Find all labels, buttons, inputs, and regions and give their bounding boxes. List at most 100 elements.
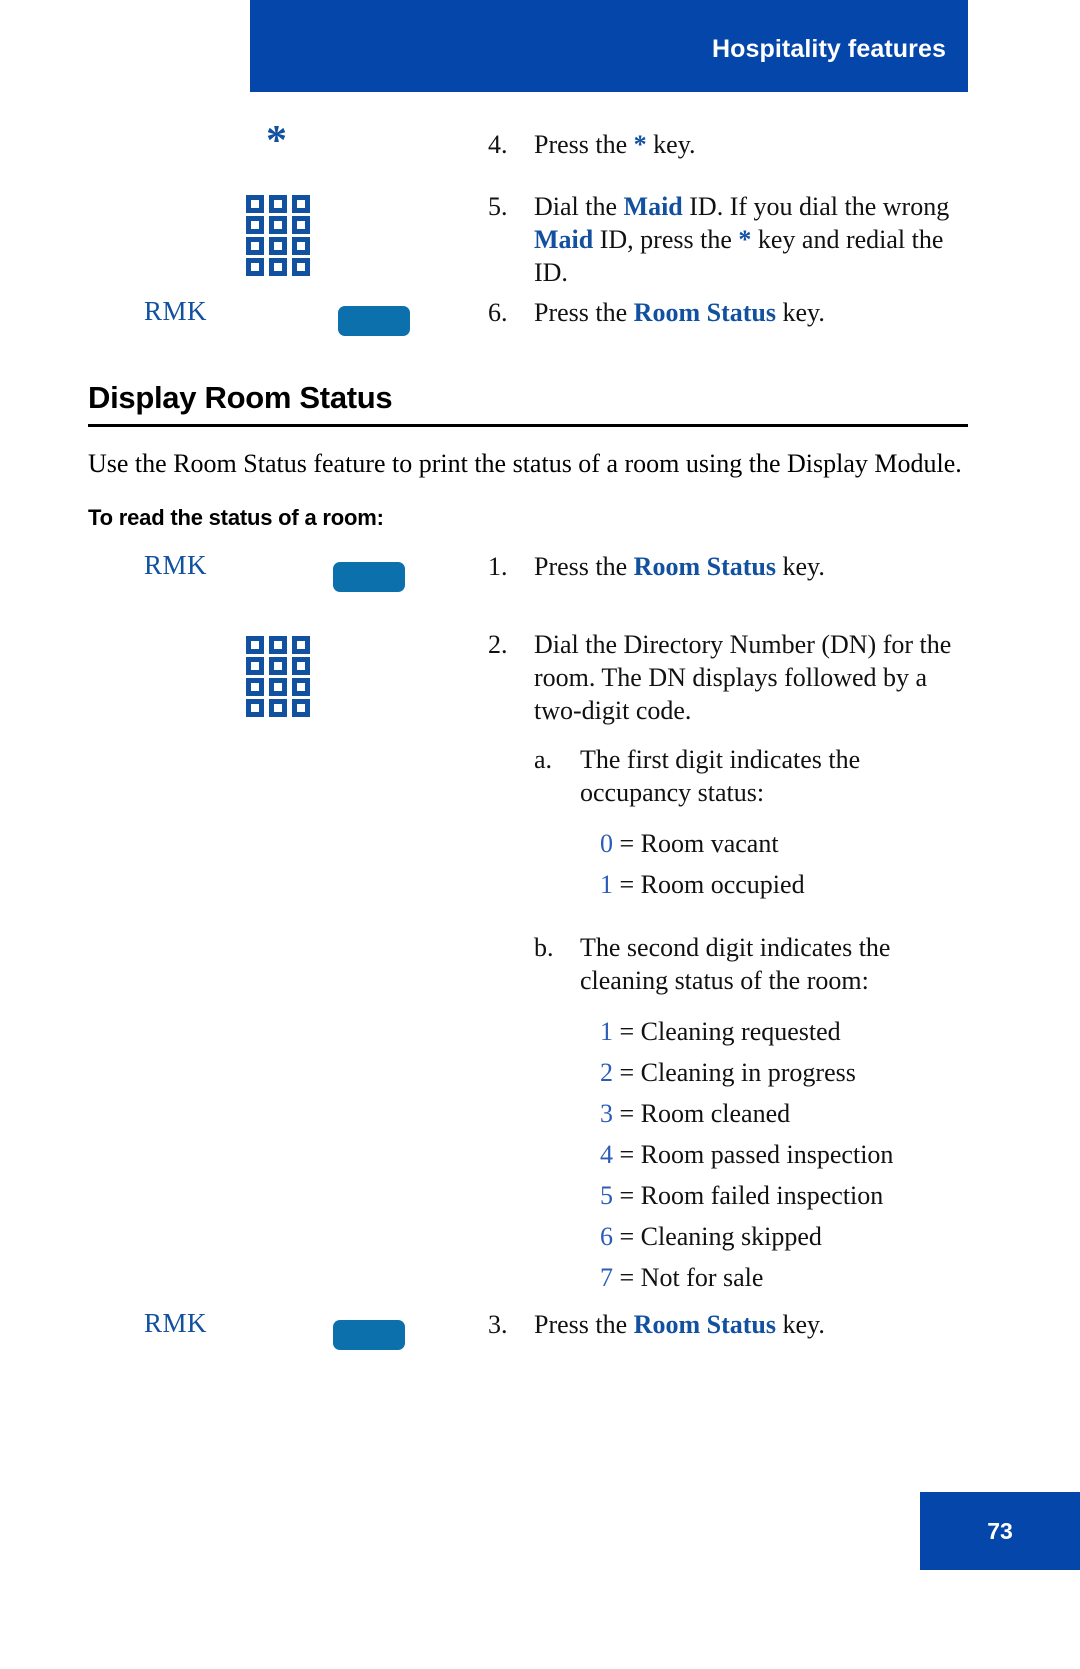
rmk-key-label: RMK: [144, 296, 208, 326]
keypad-key: [246, 237, 264, 255]
code-list-item: 1 = Room occupied: [600, 864, 968, 905]
code-digit: 1: [600, 1017, 613, 1046]
code-digit: 3: [600, 1099, 613, 1128]
sub-step-b: b. The second digit indicates the cleani…: [534, 931, 968, 997]
keypad-key: [269, 216, 287, 234]
section-heading-block: Display Room Status: [88, 380, 968, 427]
occupancy-code-list: 0 = Room vacant 1 = Room occupied: [600, 823, 968, 905]
code-list-item: 3 = Room cleaned: [600, 1093, 968, 1134]
step-number: 2.: [488, 630, 508, 659]
keypad-key: [292, 237, 310, 255]
keypad-key: [292, 195, 310, 213]
step-text-maid: Maid: [623, 192, 683, 221]
code-list-item: 4 = Room passed inspection: [600, 1134, 968, 1175]
header-title: Hospitality features: [711, 34, 946, 63]
keypad-key: [292, 699, 310, 717]
step-text-room-status: Room Status: [633, 298, 776, 327]
document-page: Hospitality features * 4. Press the * ke…: [0, 0, 1080, 1669]
step-text-room-status: Room Status: [633, 552, 776, 581]
read-step-2: 2. Dial the Directory Number (DN) for th…: [88, 628, 1048, 1298]
read-step-2-text-column: 2. Dial the Directory Number (DN) for th…: [488, 628, 968, 1298]
sub-step-text: The second digit indicates the cleaning …: [580, 933, 891, 995]
read-step-3: RMK 3. Press the Room Status key.: [88, 1308, 1048, 1350]
sub-step-letter: b.: [534, 933, 554, 962]
step-text-part: Press the: [534, 298, 634, 327]
step-text-part: Press the: [534, 1310, 634, 1339]
step-text: Press the * key.: [534, 128, 968, 161]
step-item: 5. Dial the Maid ID. If you dial the wro…: [488, 190, 968, 289]
step-text-part: Press the: [534, 552, 634, 581]
procedure-step-4: * 4. Press the * key.: [88, 118, 1048, 164]
heading-rule: [88, 424, 968, 427]
code-desc: = Cleaning in progress: [619, 1058, 856, 1087]
page-title: Display Room Status: [88, 380, 393, 415]
step-item: 1. Press the Room Status key.: [488, 550, 968, 583]
code-digit: 7: [600, 1263, 613, 1292]
step-text: Press the Room Status key.: [534, 1308, 968, 1341]
keypad-key: [269, 258, 287, 276]
star-key-icon: *: [266, 118, 287, 164]
code-desc: = Cleaning skipped: [619, 1222, 822, 1251]
code-desc: = Room cleaned: [619, 1099, 791, 1128]
keypad-key: [269, 699, 287, 717]
code-desc: = Not for sale: [619, 1263, 764, 1292]
code-digit: 1: [600, 870, 613, 899]
step-text-part: Press the: [534, 130, 634, 159]
code-list-item: 2 = Cleaning in progress: [600, 1052, 968, 1093]
code-list-item: 5 = Room failed inspection: [600, 1175, 968, 1216]
keypad-key: [246, 699, 264, 717]
step-text-part: Dial the: [534, 192, 624, 221]
step-number: 4.: [488, 130, 508, 159]
code-desc: = Room occupied: [619, 870, 805, 899]
page-footer-banner: 73: [920, 1492, 1080, 1570]
keypad-key: [292, 636, 310, 654]
step-text: Dial the Maid ID. If you dial the wrong …: [534, 190, 968, 289]
read-step-1: RMK 1. Press the Room Status key.: [88, 550, 1048, 592]
read-step-3-text-column: 3. Press the Room Status key.: [488, 1308, 968, 1341]
keypad-icon: [246, 636, 310, 717]
keypad-key: [246, 258, 264, 276]
step-text-part: ID. If you dial the wrong: [682, 192, 950, 221]
step-text: Press the Room Status key.: [534, 296, 968, 329]
rmk-key-label: RMK: [144, 1308, 208, 1338]
sub-step-text: The first digit indicates the occupancy …: [580, 745, 861, 807]
procedure-step-6: RMK 6. Press the Room Status key.: [88, 296, 1048, 336]
step-text-part: key.: [775, 552, 825, 581]
step-5-text-column: 5. Dial the Maid ID. If you dial the wro…: [488, 190, 968, 289]
step-number: 6.: [488, 298, 508, 327]
code-digit: 5: [600, 1181, 613, 1210]
step-number: 1.: [488, 552, 508, 581]
keypad-key: [269, 657, 287, 675]
step-text-room-status: Room Status: [633, 1310, 776, 1339]
keypad-key: [292, 258, 310, 276]
feature-key-icon: [333, 1320, 405, 1350]
code-desc: = Cleaning requested: [619, 1017, 841, 1046]
rmk-key-label: RMK: [144, 550, 208, 580]
code-list-item: 0 = Room vacant: [600, 823, 968, 864]
code-digit: 4: [600, 1140, 613, 1169]
keypad-key: [246, 216, 264, 234]
keypad-icon: [246, 195, 310, 276]
keypad-key: [269, 678, 287, 696]
sub-step-letter: a.: [534, 745, 553, 774]
step-number: 3.: [488, 1310, 508, 1339]
keypad-key: [246, 636, 264, 654]
step-number: 5.: [488, 192, 508, 221]
code-digit: 2: [600, 1058, 613, 1087]
page-number: 73: [987, 1517, 1013, 1544]
code-desc: = Room failed inspection: [619, 1181, 884, 1210]
section-sub-heading: To read the status of a room:: [88, 505, 384, 530]
cleaning-code-list: 1 = Cleaning requested 2 = Cleaning in p…: [600, 1011, 968, 1298]
keypad-key: [246, 657, 264, 675]
step-item: 4. Press the * key.: [488, 128, 968, 161]
section-intro-paragraph: Use the Room Status feature to print the…: [88, 449, 962, 478]
step-text-part: key.: [646, 130, 696, 159]
keypad-key: [269, 237, 287, 255]
step-item: 3. Press the Room Status key.: [488, 1308, 968, 1341]
step-text-star: *: [738, 225, 752, 254]
read-step-1-text-column: 1. Press the Room Status key.: [488, 550, 968, 583]
procedure-step-5: 5. Dial the Maid ID. If you dial the wro…: [88, 190, 1048, 289]
keypad-key: [292, 678, 310, 696]
code-desc: = Room vacant: [619, 829, 779, 858]
code-digit: 0: [600, 829, 613, 858]
